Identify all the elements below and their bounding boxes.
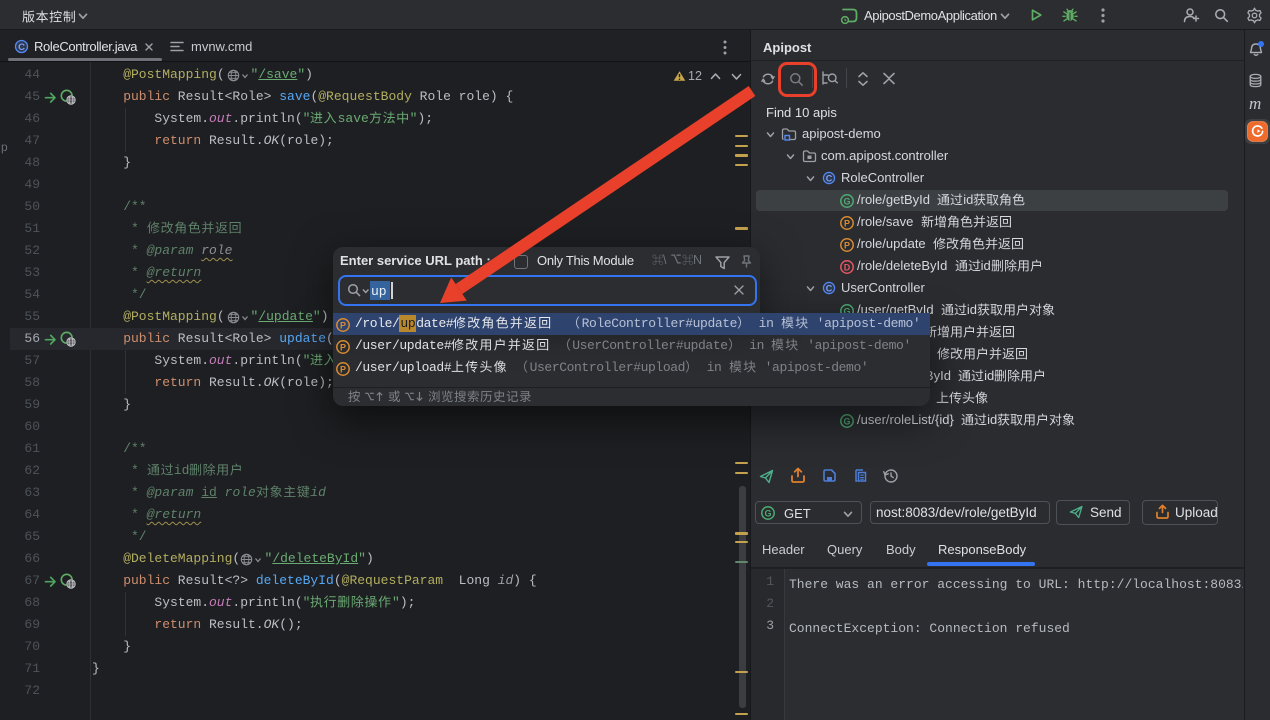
- svg-text:P: P: [844, 240, 850, 250]
- svg-text:G: G: [843, 196, 850, 206]
- svg-text:C: C: [826, 283, 833, 293]
- svg-text:G: G: [764, 508, 771, 518]
- svg-text:P: P: [340, 364, 346, 374]
- svg-text:P: P: [340, 342, 346, 352]
- svg-text:D: D: [844, 262, 851, 272]
- svg-text:C: C: [826, 173, 833, 183]
- svg-text:P: P: [340, 320, 346, 330]
- svg-text:G: G: [843, 416, 850, 426]
- svg-text:P: P: [844, 218, 850, 228]
- svg-text:C: C: [18, 42, 25, 53]
